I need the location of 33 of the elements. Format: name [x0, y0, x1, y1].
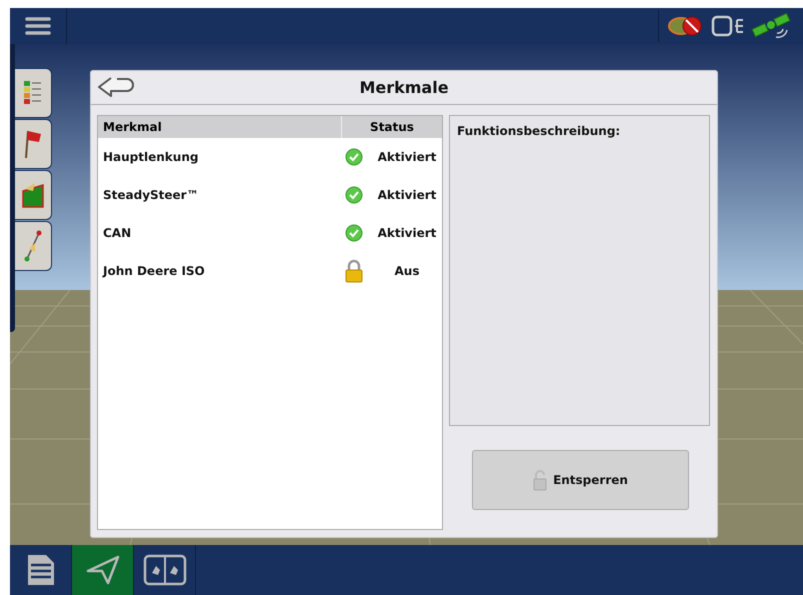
split-view-icon [142, 554, 186, 586]
guidance-line-tab[interactable] [15, 221, 52, 271]
document-icon [26, 553, 56, 587]
feature-name: Hauptlenkung [102, 150, 200, 164]
navigation-arrow-icon [86, 555, 120, 585]
guidance-line-icon [23, 229, 43, 263]
bottom-tab[interactable] [72, 545, 134, 595]
legend-icon [23, 79, 43, 107]
unlock-button[interactable]: Entsperren [472, 450, 689, 510]
flag-tab[interactable] [15, 119, 52, 169]
check-icon [345, 186, 363, 204]
status-text: Aus [394, 264, 420, 278]
check-icon [345, 224, 363, 242]
flag-icon [23, 128, 43, 160]
description-label: Funktionsbeschreibung: [457, 124, 620, 138]
menu-icon [24, 16, 52, 36]
status-text: Aktiviert [376, 188, 438, 202]
column-header: Merkmal [98, 116, 342, 138]
check-icon [345, 148, 363, 166]
legend-tab[interactable] [15, 68, 52, 118]
feature-name: SteadySteer™ [102, 188, 200, 202]
satellite-icon[interactable] [751, 13, 791, 39]
device-connection-icon[interactable] [711, 15, 745, 37]
dialog-title: Merkmale [359, 78, 449, 97]
feature-name: CAN [102, 226, 132, 240]
field-coverage-tab[interactable] [15, 170, 52, 220]
padlock-icon [345, 259, 363, 283]
feature-name: John Deere ISO [101, 264, 206, 278]
field-coverage-icon [21, 181, 45, 209]
padlock-icon [533, 469, 548, 491]
column-header: Status [369, 120, 415, 134]
status-text: Aktiviert [376, 226, 438, 240]
status-text: Aktiviert [376, 150, 438, 164]
